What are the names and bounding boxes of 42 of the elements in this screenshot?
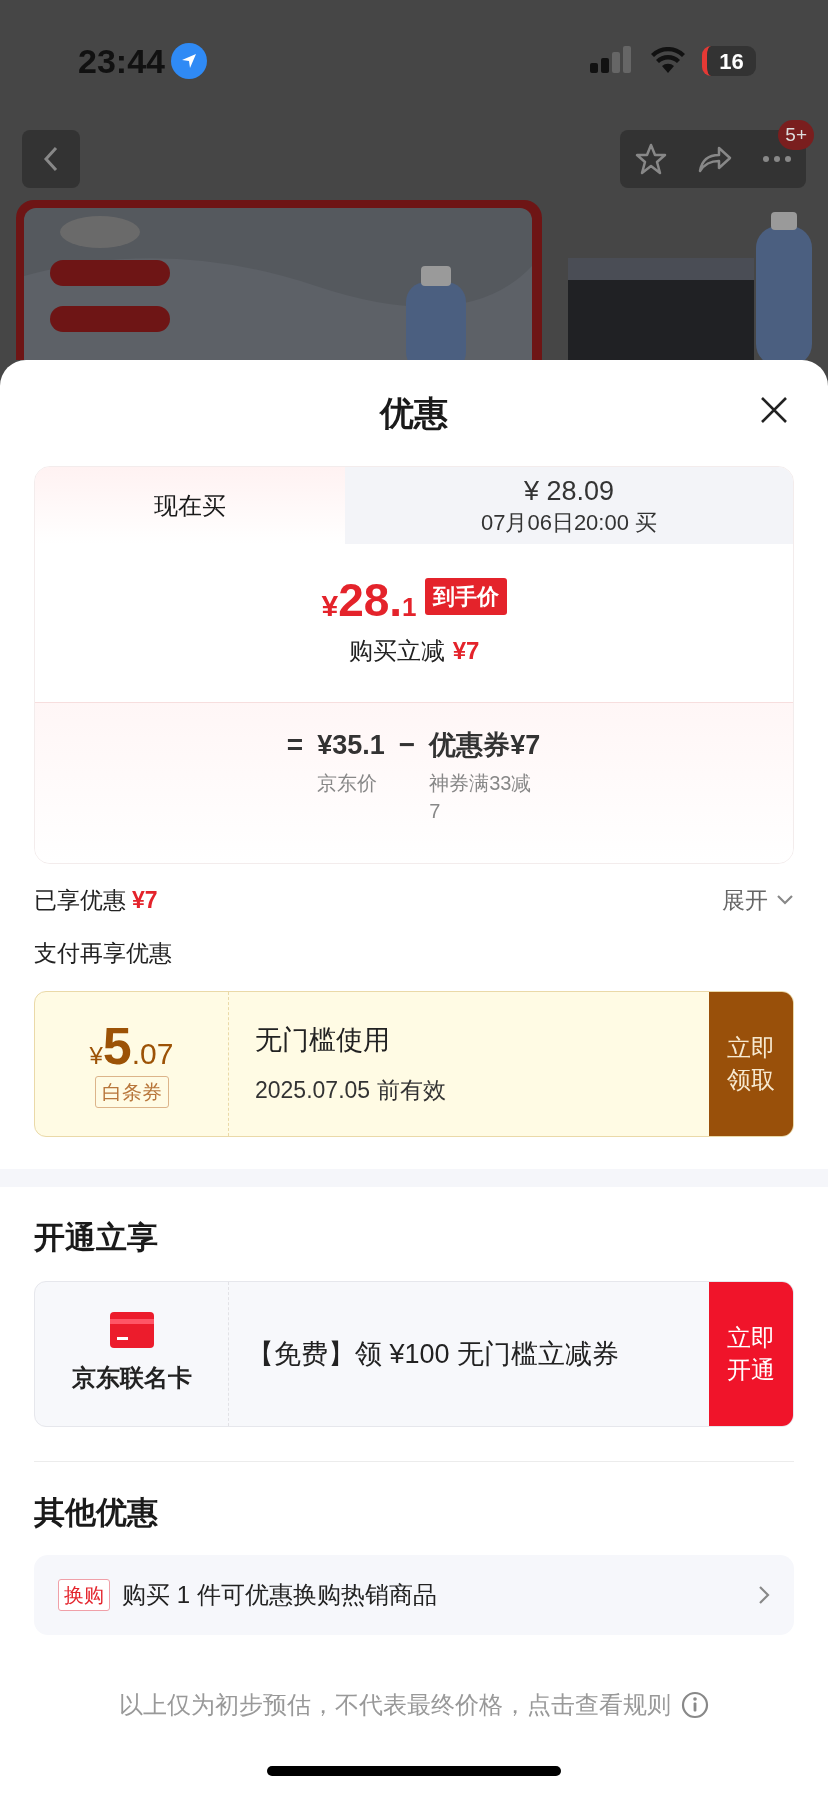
expand-toggle[interactable]: 展开	[722, 882, 794, 918]
share-icon[interactable]	[697, 144, 733, 174]
tab[interactable]: ¥ 28.09 07月06日20:00 买	[345, 467, 793, 544]
chevron-right-icon	[758, 1584, 770, 1605]
operator-sign: −	[398, 728, 416, 762]
section-label: 支付再享优惠	[34, 939, 173, 968]
battery-level: 16	[702, 46, 756, 76]
operator-sign: =	[286, 728, 304, 762]
section-title: 开通立享	[34, 1218, 159, 1257]
enjoyed-amount: ¥7	[132, 885, 158, 915]
discount-amount: ¥7	[452, 636, 480, 666]
star-icon[interactable]	[634, 142, 669, 176]
breakdown-value: 优惠券¥7	[429, 729, 541, 762]
card-name: 京东联名卡	[71, 1363, 192, 1393]
price-tag: 到手价	[424, 578, 507, 615]
signal-icon	[590, 46, 634, 76]
more-icon[interactable]	[761, 155, 792, 163]
promo-row[interactable]: 换购 购买 1 件可优惠换购热销商品	[34, 1554, 794, 1635]
promo-tag: 换购	[58, 1578, 110, 1611]
section-title: 其他优惠	[34, 1494, 159, 1532]
coupon-validity: 2025.07.05 前有效	[255, 1075, 447, 1105]
chevron-down-icon	[776, 894, 794, 906]
coupon-title: 无门槛使用	[255, 1024, 391, 1057]
discount-label: 购买立减	[348, 636, 445, 666]
breakdown-note: 京东价	[317, 771, 379, 796]
final-price: ¥28.1	[321, 577, 417, 623]
location-icon	[170, 43, 207, 79]
coupon-amount: ¥5.07	[89, 1019, 174, 1072]
info-icon[interactable]	[681, 1690, 709, 1719]
offer-text: 【免费】领 ¥100 无门槛立减券	[246, 1337, 621, 1371]
enjoyed-label: 已享优惠	[34, 885, 126, 915]
open-button[interactable]: 立即开通	[709, 1282, 793, 1426]
sheet-title: 优惠	[380, 392, 448, 434]
back-button[interactable]	[22, 130, 80, 188]
card-icon	[109, 1312, 154, 1348]
wifi-icon	[650, 47, 686, 75]
promo-text: 购买 1 件可优惠换购热销商品	[122, 1579, 438, 1610]
claim-button[interactable]: 立即领取	[709, 991, 793, 1136]
notification-badge: 5+	[778, 120, 814, 150]
breakdown-value: ¥35.1	[317, 729, 385, 762]
breakdown-note: 神券满33减7	[429, 771, 533, 824]
coupon-tag: 白条券	[94, 1075, 169, 1108]
